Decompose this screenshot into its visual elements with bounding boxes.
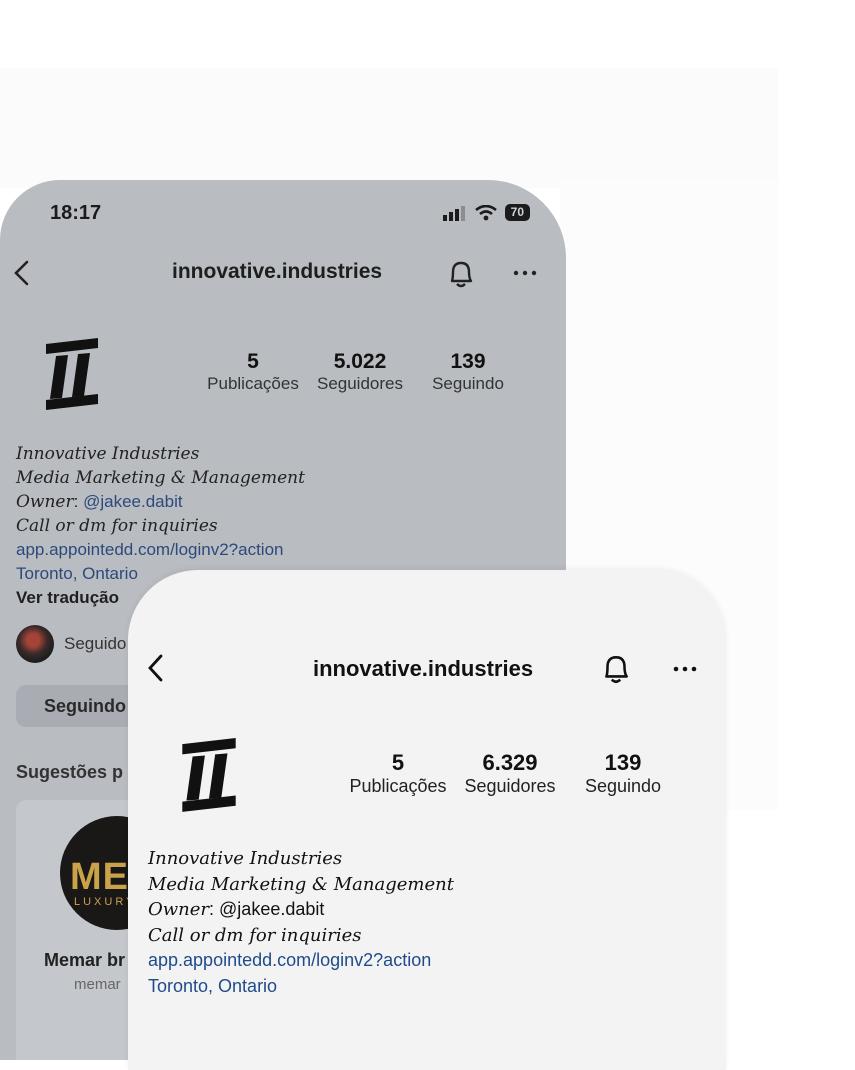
suggestion-name: Memar br [44,950,126,970]
bio-owner-handle[interactable]: @jakee.dabit [83,492,183,511]
suggestion-handle: memar [74,976,121,993]
bio-owner-line: Owner: @jakee.dabit [16,492,183,512]
stat-posts[interactable]: 5 Publicações [344,750,452,797]
stat-posts-value: 5 [391,750,405,775]
follower-avatar [16,625,54,663]
stat-following-value: 139 [604,750,642,775]
stat-posts[interactable]: 5 Publicações [200,350,306,394]
more-options-icon[interactable] [670,658,700,680]
bio-location[interactable]: Toronto, Ontario [148,974,454,1000]
bio-cta: Call or dm for inquiries [16,516,218,536]
profile-username: innovative.industries [172,260,383,283]
bio-link[interactable]: app.appointedd.com/loginv2?action [16,538,305,562]
wifi-icon [474,204,497,220]
bio-owner-handle[interactable]: @jakee.dabit [219,899,324,919]
stat-followers-value: 6.329 [482,750,538,775]
back-arrow-icon[interactable] [142,652,168,684]
profile-avatar-logo [42,338,102,414]
back-arrow-icon[interactable] [8,258,34,288]
stat-posts-label: Publicações [349,776,447,796]
stat-posts-value: 5 [247,350,259,373]
bio-owner-prefix: Owner [16,492,74,512]
bio-link[interactable]: app.appointedd.com/loginv2?action [148,948,454,974]
followed-by-row[interactable]: Seguido [16,625,126,663]
profile-avatar-logo [178,738,240,816]
status-time: 18:17 [50,202,102,224]
bio-owner-prefix: Owner [148,899,210,920]
stat-followers-label: Seguidores [464,776,556,796]
stat-following-value: 139 [450,350,486,373]
stat-following[interactable]: 139 Seguindo [422,350,514,394]
battery-icon: 70 [504,204,530,221]
suggestions-title: Sugestões p [16,762,124,782]
profile-bio: Innovative Industries Media Marketing & … [148,846,454,999]
stat-followers[interactable]: 5.022 Seguidores [308,350,412,394]
stat-posts-label: Publicações [207,374,299,393]
front-phone-screen: innovative.industries 5 Publicações 6.32… [128,570,726,1070]
stat-followers[interactable]: 6.329 Seguidores [456,750,564,797]
bell-icon[interactable] [598,650,634,688]
stat-following-label: Seguindo [584,776,662,796]
bio-name: Innovative Industries [16,444,200,464]
stat-followers-value: 5.022 [333,350,387,373]
stat-following[interactable]: 139 Seguindo [576,750,670,797]
stat-followers-label: Seguidores [316,374,403,393]
more-options-icon[interactable] [510,262,540,284]
bio-owner-line: Owner: @jakee.dabit [148,899,325,920]
bio-tagline: Media Marketing & Management [16,468,305,488]
status-icons: 70 [442,204,530,221]
profile-username: innovative.industries [313,656,534,681]
signal-icon [442,205,465,221]
bell-icon[interactable] [444,256,478,292]
backdrop-panel [0,68,778,188]
stat-following-label: Seguindo [432,374,504,393]
bio-cta: Call or dm for inquiries [148,924,362,946]
bio-name: Innovative Industries [148,848,343,869]
followed-by-text: Seguido [64,634,127,653]
bio-tagline: Media Marketing & Management [148,873,454,895]
